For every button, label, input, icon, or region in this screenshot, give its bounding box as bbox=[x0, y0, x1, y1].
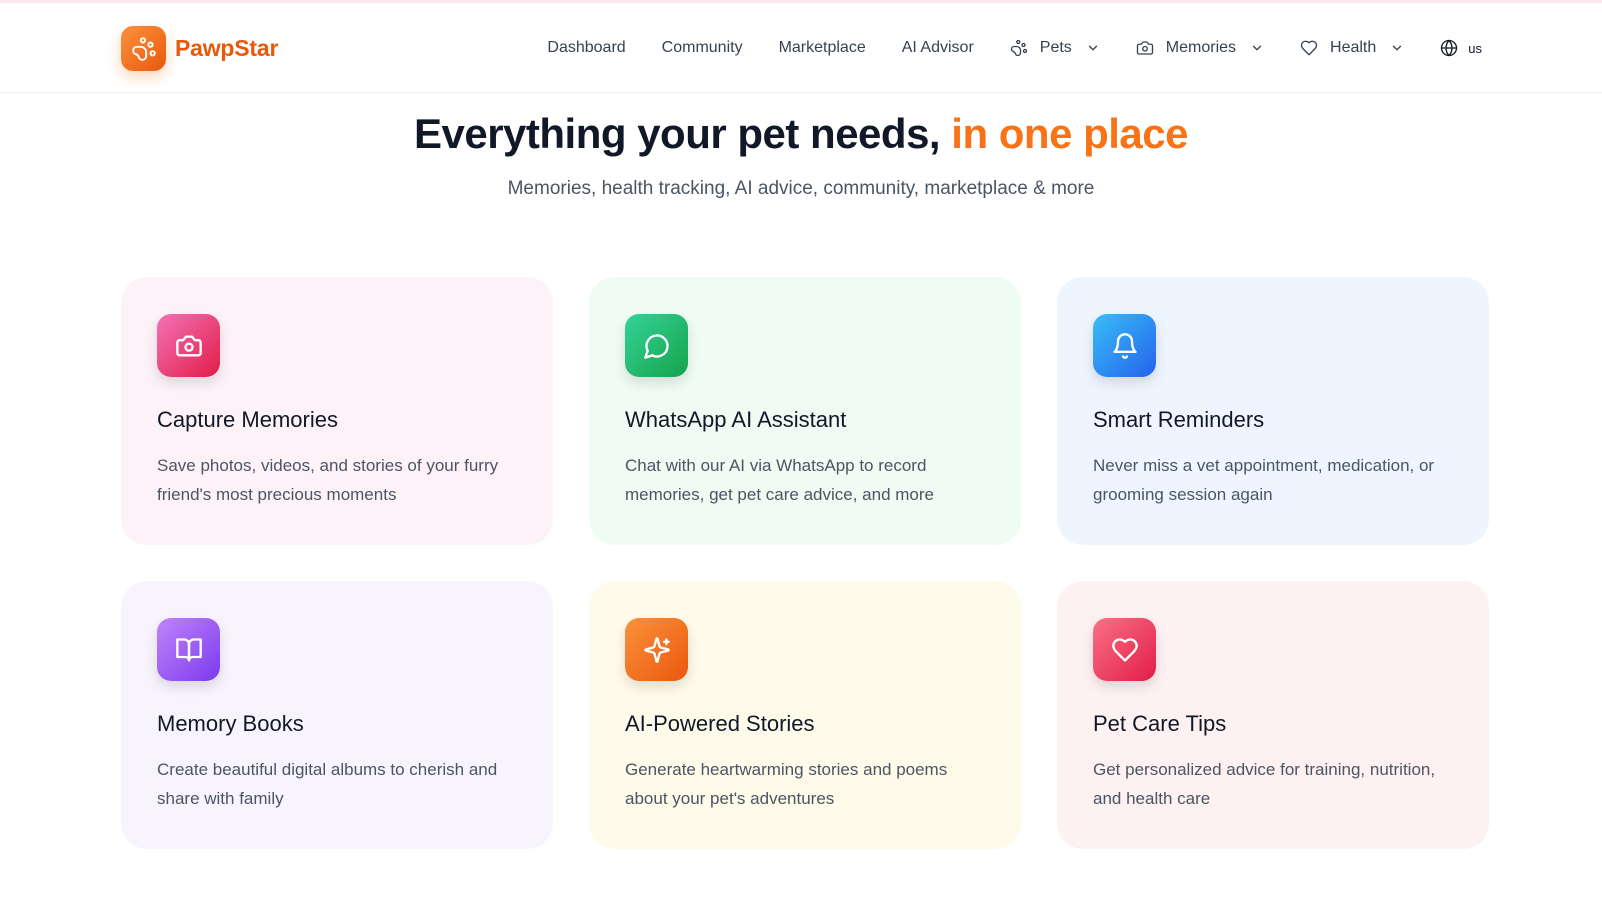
nav-health-dropdown[interactable]: Health bbox=[1300, 39, 1404, 57]
camera-icon bbox=[157, 314, 220, 377]
bell-icon bbox=[1093, 314, 1156, 377]
nav-marketplace-label: Marketplace bbox=[778, 39, 866, 56]
chevron-down-icon bbox=[1250, 41, 1264, 55]
camera-icon bbox=[1136, 39, 1154, 57]
heart-icon bbox=[1300, 39, 1318, 57]
features-grid: Capture Memories Save photos, videos, an… bbox=[121, 277, 1489, 849]
nav-marketplace[interactable]: Marketplace bbox=[779, 39, 866, 57]
language-code: us bbox=[1468, 40, 1482, 56]
nav-ai-advisor[interactable]: AI Advisor bbox=[902, 39, 974, 57]
hero-title-main: Everything your pet needs, bbox=[413, 110, 952, 157]
site-header: PawpStar Dashboard Community Marketplace… bbox=[0, 3, 1602, 93]
feature-description: Save photos, videos, and stories of your… bbox=[157, 456, 499, 504]
feature-title: Smart Reminders bbox=[1093, 407, 1265, 432]
chevron-down-icon bbox=[1390, 41, 1404, 55]
nav-pets-dropdown[interactable]: Pets bbox=[1010, 39, 1100, 57]
feature-description: Get personalized advice for training, nu… bbox=[1093, 760, 1436, 808]
feature-title: Capture Memories bbox=[157, 407, 338, 432]
feature-description: Create beautiful digital albums to cheri… bbox=[157, 760, 498, 808]
nav-health-label: Health bbox=[1330, 39, 1377, 56]
nav-memories-dropdown[interactable]: Memories bbox=[1136, 39, 1264, 57]
feature-card-whatsapp-ai-assistant: WhatsApp AI Assistant Chat with our AI v… bbox=[589, 277, 1021, 545]
feature-description: Never miss a vet appointment, medication… bbox=[1093, 456, 1435, 504]
feature-card-memory-books: Memory Books Create beautiful digital al… bbox=[121, 581, 553, 849]
nav-ai-advisor-label: AI Advisor bbox=[901, 39, 974, 56]
paw-icon bbox=[1010, 39, 1028, 57]
brand-name: PawpStar bbox=[175, 35, 279, 61]
feature-description: Generate heartwarming stories and poems … bbox=[625, 760, 948, 808]
paw-icon bbox=[121, 26, 166, 71]
chat-bubble-icon bbox=[625, 314, 688, 377]
brand-logo[interactable]: PawpStar bbox=[121, 26, 278, 71]
feature-title: Memory Books bbox=[157, 711, 304, 736]
hero-subtitle: Memories, health tracking, AI advice, co… bbox=[507, 178, 1095, 199]
globe-icon bbox=[1440, 39, 1458, 57]
feature-description: Chat with our AI via WhatsApp to record … bbox=[625, 456, 934, 504]
feature-title: Pet Care Tips bbox=[1093, 711, 1227, 736]
nav-community-label: Community bbox=[661, 39, 743, 56]
nav-dashboard-label: Dashboard bbox=[547, 39, 626, 56]
feature-title: WhatsApp AI Assistant bbox=[625, 407, 847, 432]
language-selector[interactable]: us bbox=[1440, 39, 1482, 57]
nav-dashboard[interactable]: Dashboard bbox=[547, 39, 625, 57]
hero-title-accent: in one place bbox=[951, 110, 1189, 157]
feature-title: AI-Powered Stories bbox=[625, 711, 815, 736]
feature-card-smart-reminders: Smart Reminders Never miss a vet appoint… bbox=[1057, 277, 1489, 545]
nav-pets-label: Pets bbox=[1039, 39, 1072, 56]
nav-community[interactable]: Community bbox=[662, 39, 743, 57]
hero-title: Everything your pet needs, in one place bbox=[0, 110, 1602, 158]
main-nav: Dashboard Community Marketplace AI Advis… bbox=[500, 3, 1482, 93]
sparkles-icon bbox=[625, 618, 688, 681]
feature-card-capture-memories: Capture Memories Save photos, videos, an… bbox=[121, 277, 553, 545]
book-open-icon bbox=[157, 618, 220, 681]
feature-card-ai-powered-stories: AI-Powered Stories Generate heartwarming… bbox=[589, 581, 1021, 849]
heart-icon bbox=[1093, 618, 1156, 681]
nav-memories-label: Memories bbox=[1165, 39, 1237, 56]
feature-card-pet-care-tips: Pet Care Tips Get personalized advice fo… bbox=[1057, 581, 1489, 849]
chevron-down-icon bbox=[1086, 41, 1100, 55]
